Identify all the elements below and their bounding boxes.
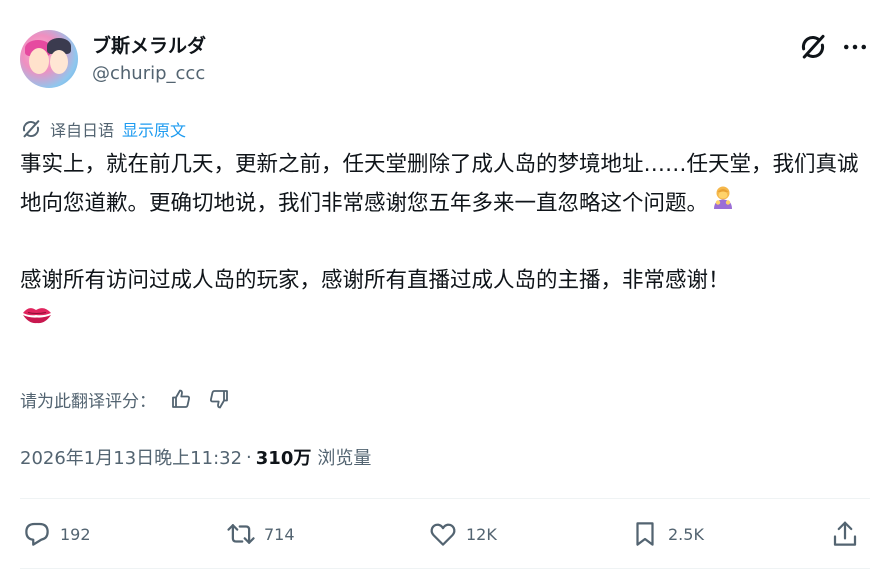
meta-separator: · bbox=[246, 446, 252, 468]
like-count: 12K bbox=[466, 524, 497, 544]
repost-icon bbox=[227, 524, 255, 544]
view-count: 310万 bbox=[255, 448, 312, 469]
post-paragraph bbox=[20, 299, 870, 341]
thumbs-down-icon[interactable] bbox=[206, 386, 232, 412]
reply-icon bbox=[25, 522, 49, 546]
person-bowing-emoji bbox=[708, 183, 738, 225]
author-display-name[interactable]: ブ斯メラルダ bbox=[92, 31, 206, 58]
more-options-icon[interactable] bbox=[840, 32, 870, 62]
action-bar: 192 714 12K 2.5K bbox=[20, 514, 870, 554]
divider-top bbox=[20, 498, 870, 499]
post-meta: 2026年1月13日晚上11:32 · 310万 浏览量 bbox=[20, 444, 371, 470]
rating-prompt: 请为此翻译评分： bbox=[20, 391, 156, 412]
post-paragraph: 感谢所有访问过成人岛的玩家，感谢所有直播过成人岛的主播，非常感谢！ bbox=[20, 262, 870, 299]
views-label: 浏览量 bbox=[317, 448, 372, 469]
share-icon bbox=[833, 521, 857, 546]
reply-count: 192 bbox=[60, 524, 91, 544]
post-timestamp[interactable]: 2026年1月13日晚上11:32 bbox=[20, 444, 242, 470]
heart-icon bbox=[430, 523, 456, 546]
like-button[interactable]: 12K bbox=[428, 514, 497, 554]
grok-translate-icon bbox=[20, 118, 42, 140]
translation-bar: 译自日语 显示原文 bbox=[20, 117, 186, 141]
post-header: ブ斯メラルダ @churip_ccc bbox=[20, 28, 870, 92]
grok-icon[interactable] bbox=[798, 32, 828, 62]
translation-rating: 请为此翻译评分： bbox=[20, 385, 232, 413]
bookmark-button[interactable]: 2.5K bbox=[630, 514, 704, 554]
reply-button[interactable]: 192 bbox=[22, 514, 91, 554]
repost-count: 714 bbox=[264, 524, 295, 544]
avatar-face-left bbox=[29, 48, 49, 74]
repost-button[interactable]: 714 bbox=[226, 514, 295, 554]
bookmark-count: 2.5K bbox=[668, 524, 704, 544]
share-button[interactable] bbox=[830, 514, 868, 554]
post-body: 事实上，就在前几天，更新之前，任天堂删除了成人岛的梦境地址……任天堂，我们真诚地… bbox=[20, 146, 870, 341]
divider-bottom bbox=[20, 568, 870, 569]
post-paragraph-2-text: 感谢所有访问过成人岛的玩家，感谢所有直播过成人岛的主播，非常感谢！ bbox=[20, 268, 730, 293]
translated-from-label: 译自日语 bbox=[50, 121, 115, 140]
kiss-mark-emoji bbox=[20, 299, 54, 341]
bookmark-icon bbox=[636, 522, 654, 546]
avatar[interactable] bbox=[20, 30, 78, 88]
post-paragraph: 事实上，就在前几天，更新之前，任天堂删除了成人岛的梦境地址……任天堂，我们真诚地… bbox=[20, 146, 870, 225]
author-handle[interactable]: @churip_ccc bbox=[92, 63, 205, 84]
thumbs-up-icon[interactable] bbox=[168, 386, 194, 412]
avatar-face-right bbox=[50, 50, 68, 74]
show-original-link[interactable]: 显示原文 bbox=[122, 117, 186, 141]
